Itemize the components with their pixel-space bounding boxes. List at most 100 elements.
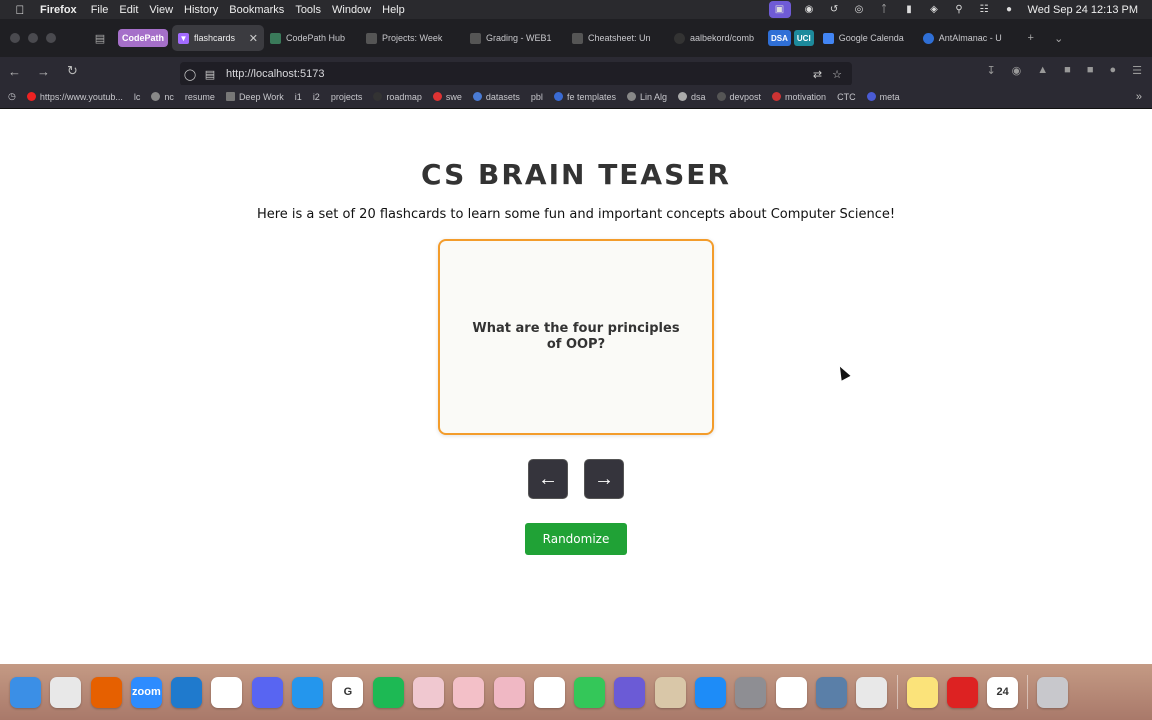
bookmark-i1[interactable]: i1 [295,92,302,102]
menu-bookmarks[interactable]: Bookmarks [229,4,295,16]
time-machine-icon[interactable]: ↺ [828,4,841,15]
goodnotes-icon[interactable]: G [332,676,364,708]
shield-app-icon[interactable] [533,676,565,708]
tab-cheatsheet[interactable]: Cheatsheet: Un [566,25,668,51]
phone-mirroring-icon[interactable] [856,676,888,708]
forward-arrow-icon[interactable]: → [29,64,58,79]
launchpad-icon[interactable] [50,676,82,708]
bookmark-star-icon[interactable]: ☆ [832,68,842,81]
bluetooth-icon[interactable]: ᛏ [878,4,891,15]
docker-icon[interactable] [292,676,324,708]
url-bar[interactable]: ◯ ▤ http://localhost:5173 ⇄ ☆ [180,62,852,86]
menu-history[interactable]: History [184,4,229,16]
minimize-window-button[interactable] [28,33,38,43]
downloads-icon[interactable]: ↧ [986,64,995,77]
translate-icon[interactable]: ⇄ [813,68,822,81]
record-icon[interactable]: ◉ [803,4,816,15]
menu-clock[interactable]: Wed Sep 24 12:13 PM [1028,4,1138,16]
bookmark-motivation[interactable]: motivation [772,92,826,102]
bookmark-devpost[interactable]: devpost [716,92,761,102]
calendar-icon[interactable]: 24 [987,676,1019,708]
app-store-icon[interactable] [695,676,727,708]
system-settings-icon[interactable] [735,676,767,708]
menu-hamburger-icon[interactable]: ☰ [1132,64,1142,77]
tab-google-calendar[interactable]: Google Calenda [817,25,917,51]
tab-flashcards[interactable]: ▼ flashcards ✕ [172,25,265,51]
back-arrow-icon[interactable]: ← [0,64,29,79]
notes-icon[interactable] [906,676,938,708]
slack-icon[interactable] [211,676,243,708]
finder-icon[interactable] [10,676,41,708]
history-clock-icon[interactable]: ◷ [8,91,16,102]
siri-icon[interactable]: ● [1003,4,1016,15]
flashcard[interactable]: What are the four principles of OOP? [438,239,714,435]
discord-icon[interactable] [251,676,283,708]
app-icon-3[interactable] [493,676,525,708]
airdrop-icon[interactable]: ◎ [853,4,866,15]
menu-app-firefox[interactable]: Firefox [40,4,91,16]
menu-file[interactable]: File [91,4,120,16]
tab-overview-icon[interactable]: ▤ [86,32,114,45]
tab-group-codepath[interactable]: CodePath [118,29,169,47]
zoom-window-button[interactable] [46,33,56,43]
tab-group-dsa[interactable]: DSA [768,30,791,46]
apple-icon[interactable]:  [0,3,40,17]
bookmark-projects[interactable]: projects [331,92,363,102]
bookmark-ctc[interactable]: CTC [837,92,856,102]
close-window-button[interactable] [10,33,20,43]
app-icon-2[interactable] [453,676,485,708]
screen-share-icon[interactable]: ▣ [768,1,791,18]
bookmark-swe[interactable]: swe [432,92,462,102]
screenshot-icon[interactable] [815,676,847,708]
menu-tools[interactable]: Tools [295,4,332,16]
trash-icon[interactable] [1037,676,1069,708]
bookmark-youtube[interactable]: https://www.youtub... [26,92,123,102]
wifi-icon[interactable]: ◈ [928,4,941,15]
app-icon-1[interactable] [412,676,444,708]
menu-window[interactable]: Window [332,4,382,16]
spotlight-icon[interactable]: ⚲ [953,4,966,15]
terminal-icon[interactable] [946,676,978,708]
extension-icon-1[interactable]: ■ [1064,64,1071,77]
reload-icon[interactable]: ↻ [58,63,87,79]
url-text[interactable]: http://localhost:5173 [226,68,324,80]
close-tab-icon[interactable]: ✕ [249,32,258,45]
bookmark-i2[interactable]: i2 [313,92,320,102]
bookmark-fe-templates[interactable]: fe templates [553,92,616,102]
bookmark-deep-work[interactable]: Deep Work [225,92,284,102]
extensions-icon[interactable]: ▲ [1037,64,1048,77]
tab-projects-week[interactable]: Projects: Week [360,25,464,51]
menu-help[interactable]: Help [382,4,416,16]
tab-list-chevron-icon[interactable]: ⌄ [1045,32,1073,45]
extension-icon-3[interactable]: ● [1109,64,1116,77]
randomize-button[interactable]: Randomize [525,523,627,555]
next-card-button[interactable]: → [584,459,624,499]
bookmark-dsa[interactable]: dsa [678,92,706,102]
extension-icon-2[interactable]: ■ [1087,64,1094,77]
menu-view[interactable]: View [149,4,184,16]
bookmark-pbl[interactable]: pbl [531,92,543,102]
bookmark-meta[interactable]: meta [866,92,900,102]
account-icon[interactable]: ◉ [1012,64,1022,77]
chrome-icon[interactable] [775,676,807,708]
bookmark-resume[interactable]: resume [185,92,215,102]
tab-codepath-hub[interactable]: CodePath Hub [264,25,360,51]
perplexity-icon[interactable] [614,676,646,708]
bookmark-datasets[interactable]: datasets [472,92,520,102]
bookmark-roadmap[interactable]: roadmap [373,92,422,102]
new-tab-icon[interactable]: + [1017,32,1045,44]
previous-card-button[interactable]: ← [528,459,568,499]
bookmark-nc[interactable]: nc [151,92,174,102]
tab-grading[interactable]: Grading - WEB1 [464,25,566,51]
messages-icon[interactable] [574,676,606,708]
tab-github[interactable]: aalbekord/comb [668,25,768,51]
battery-icon[interactable]: ▮ [903,4,916,15]
zoom-icon[interactable]: zoom [130,676,162,708]
bookmarks-overflow-icon[interactable]: » [1136,91,1142,103]
control-center-icon[interactable]: ☷ [978,4,991,15]
bookmark-lc[interactable]: lc [134,92,141,102]
bookmark-lin-alg[interactable]: Lin Alg [626,92,667,102]
tab-antalmanac[interactable]: AntAlmanac - U [917,25,1017,51]
menu-edit[interactable]: Edit [119,4,149,16]
tab-group-uci[interactable]: UCI [793,30,814,46]
